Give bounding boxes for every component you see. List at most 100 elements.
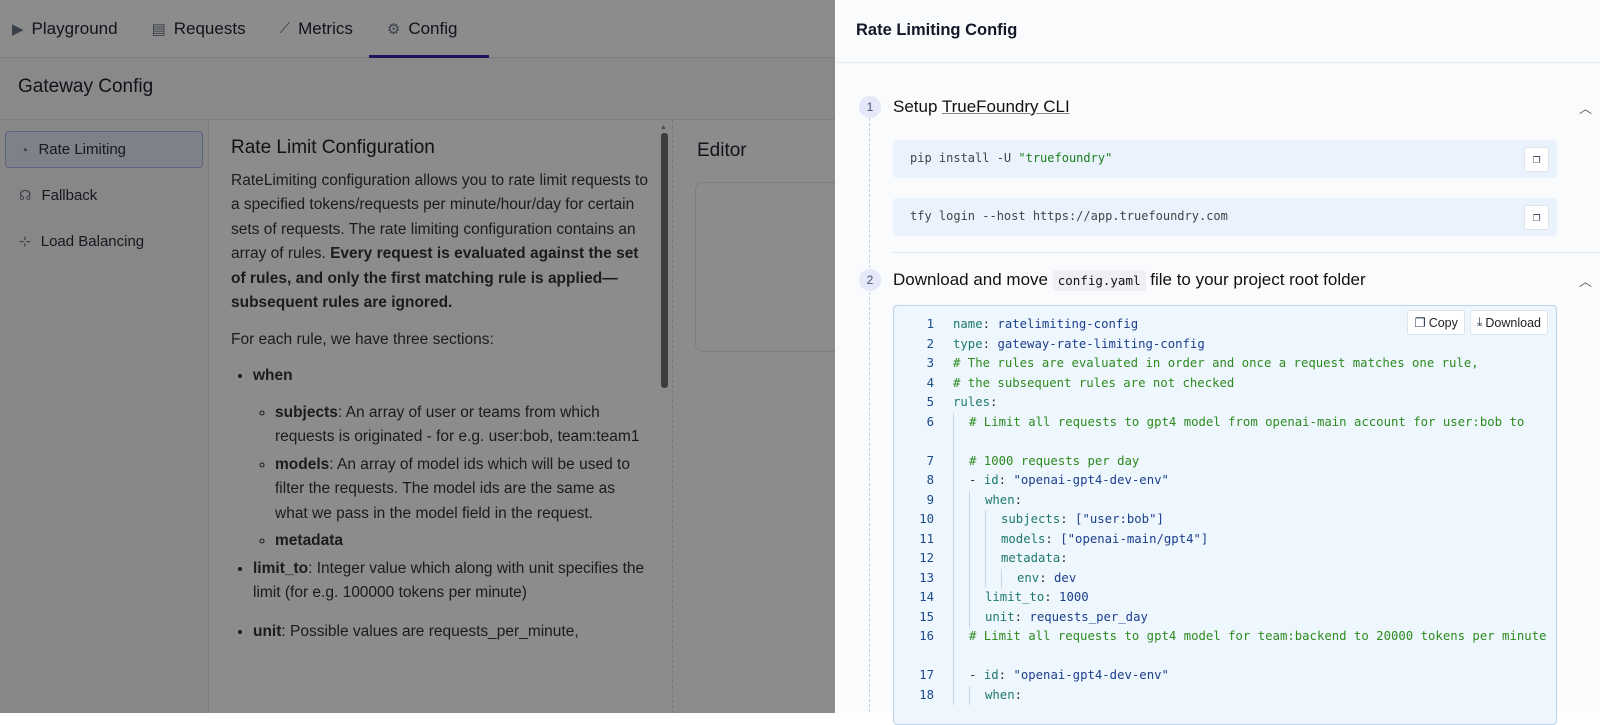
indent-guide	[969, 529, 985, 549]
step-connector	[869, 118, 870, 268]
copy-icon[interactable]: ❐	[1524, 205, 1549, 230]
code-token: unit	[985, 609, 1015, 624]
step-prefix: Setup	[893, 97, 942, 116]
divider	[893, 252, 1600, 253]
code-token: :	[1060, 551, 1068, 565]
indent-guide	[953, 549, 969, 569]
copy-icon: ❐	[1414, 316, 1426, 330]
code-line: 6 # Limit all requests to gpt4 model from…	[894, 412, 1556, 452]
code-line: 17- id: "openai-gpt4-dev-env"	[894, 666, 1556, 686]
code-line: 5 rules:	[894, 393, 1556, 413]
indent-guide	[953, 412, 969, 452]
download-button[interactable]: ⤓ Download	[1469, 310, 1548, 335]
command-block: pip install -U "truefoundry" ❐	[893, 140, 1557, 178]
line-number: 10	[919, 512, 934, 526]
indent-guide	[953, 607, 969, 627]
line-number: 15	[919, 609, 934, 624]
code-token: :	[1014, 492, 1023, 507]
code-token: ["user:bob"]	[1075, 512, 1164, 526]
code-token: limit_to	[985, 590, 1045, 604]
code-text: metadata:	[934, 549, 1554, 569]
inline-code: config.yaml	[1052, 270, 1146, 291]
indent-guide	[953, 685, 969, 705]
line-number: 7	[926, 453, 934, 468]
step-title: Setup TrueFoundry CLI	[893, 97, 1070, 117]
code-token: # Limit all requests to gpt4 model from …	[969, 414, 1525, 429]
code-line: 11 models: ["openai-main/gpt4"]	[894, 529, 1556, 549]
line-number: 4	[926, 375, 934, 390]
indent-guide	[953, 510, 969, 530]
code-token: :	[1039, 570, 1055, 585]
indent-guide	[953, 529, 969, 549]
code-token: # 1000 requests per day	[969, 453, 1140, 468]
code-token: id	[983, 668, 999, 682]
code-token: :	[982, 317, 998, 331]
step-number: 2	[859, 269, 881, 291]
chevron-up-icon[interactable]: ︿	[1579, 98, 1592, 117]
line-number: 3	[926, 356, 934, 370]
code-token: requests_per_day	[1029, 609, 1148, 624]
code-token: when	[985, 492, 1015, 507]
chevron-up-icon[interactable]: ︿	[1579, 271, 1592, 290]
code-line: 12 metadata:	[894, 549, 1556, 569]
code-text: # the subsequent rules are not checked	[934, 374, 1554, 394]
step-1-header[interactable]: 1 Setup TrueFoundry CLI	[859, 96, 1070, 118]
code-token: :	[1060, 512, 1076, 526]
indent-guide	[969, 549, 985, 569]
download-label: Download	[1485, 315, 1541, 330]
code-token: :	[1045, 531, 1061, 546]
modal-backdrop[interactable]	[0, 0, 835, 713]
code-token: # the subsequent rules are not checked	[953, 375, 1235, 390]
code-text: type: gateway-rate-limiting-config	[934, 335, 1554, 355]
code-token: rules	[953, 395, 991, 409]
code-token: :	[998, 668, 1014, 682]
truefoundry-cli-link[interactable]: TrueFoundry CLI	[942, 97, 1070, 116]
code-token: dev	[1054, 570, 1077, 585]
code-token: metadata	[1001, 551, 1061, 565]
indent-guide	[953, 666, 969, 686]
indent-guide	[985, 568, 1001, 588]
indent-guide	[985, 529, 1001, 549]
code-token: # The rules are evaluated in order and o…	[953, 356, 1479, 370]
step-2-header[interactable]: 2 Download and move config.yaml file to …	[859, 269, 1366, 291]
code-token: :	[1014, 687, 1023, 702]
line-number: 12	[919, 551, 934, 565]
code-token: :	[998, 473, 1014, 487]
indent-guide	[953, 451, 969, 471]
line-number: 5	[926, 395, 934, 409]
code-token: 1000	[1059, 590, 1089, 604]
code-token: name	[953, 317, 983, 331]
code-line: 18 when:	[894, 685, 1556, 705]
indent-guide	[953, 627, 969, 666]
indent-guide	[953, 588, 969, 608]
code-text: # Limit all requests to gpt4 model for t…	[934, 627, 1554, 666]
copy-button[interactable]: ❐ Copy	[1407, 310, 1465, 335]
code-line: 2 type: gateway-rate-limiting-config	[894, 335, 1556, 355]
code-token: ratelimiting-config	[997, 317, 1139, 331]
command-string: "truefoundry"	[1018, 151, 1113, 165]
code-text: limit_to: 1000	[934, 588, 1554, 608]
code-token: :	[982, 336, 998, 351]
line-number: 13	[919, 570, 934, 585]
code-text: env: dev	[934, 568, 1554, 588]
code-token: ["openai-main/gpt4"]	[1060, 531, 1209, 546]
code-token: type	[953, 336, 983, 351]
line-number: 11	[919, 531, 934, 546]
line-number: 14	[919, 590, 934, 604]
code-line: 3 # The rules are evaluated in order and …	[894, 354, 1556, 374]
line-number: 18	[919, 687, 934, 702]
download-icon: ⤓	[1476, 315, 1483, 329]
code-line: 13 env: dev	[894, 568, 1556, 588]
code-token: :	[1014, 609, 1030, 624]
indent-guide	[969, 607, 985, 627]
line-number: 6	[926, 414, 934, 429]
step-prefix: Download and move	[893, 270, 1053, 289]
code-text: # Limit all requests to gpt4 model from …	[934, 412, 1554, 452]
drawer-title: Rate Limiting Config	[835, 0, 1600, 63]
indent-guide	[985, 510, 1001, 530]
copy-icon[interactable]: ❐	[1524, 147, 1549, 172]
code-token: env	[1017, 570, 1040, 585]
indent-guide	[953, 490, 969, 510]
code-token: subjects	[1001, 512, 1061, 526]
copy-label: Copy	[1428, 315, 1458, 330]
